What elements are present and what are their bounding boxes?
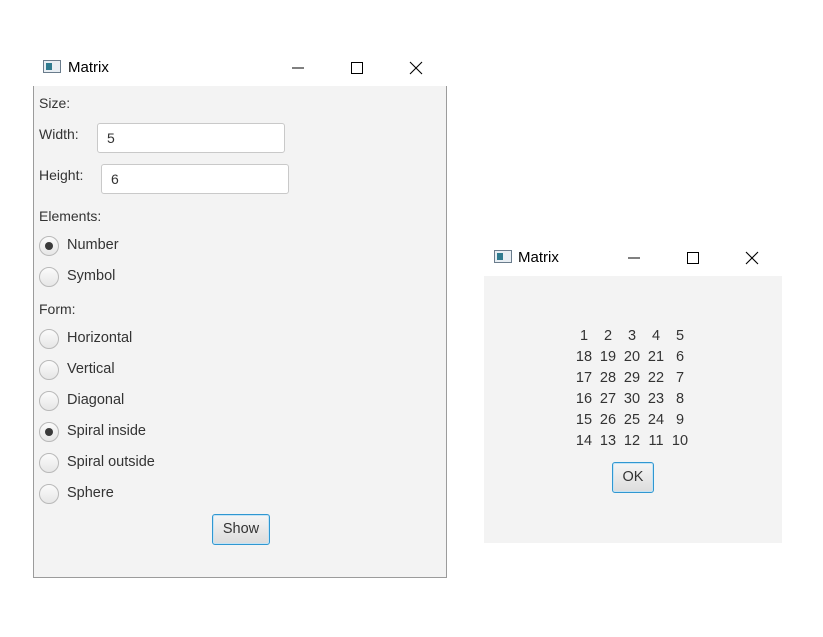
matrix-cell: 22 — [647, 370, 665, 386]
matrix-cell: 29 — [623, 370, 641, 386]
app-window-icon — [494, 250, 512, 263]
matrix-cell: 7 — [675, 370, 685, 386]
minimize-icon — [292, 67, 304, 69]
radio-label-sphere[interactable]: Sphere — [67, 485, 114, 501]
title-bar[interactable]: Matrix — [484, 240, 782, 276]
settings-panel: Size: Width: Height: Elements: Number Sy… — [33, 86, 447, 578]
matrix-cell: 12 — [623, 433, 641, 449]
matrix-cell: 20 — [623, 349, 641, 365]
matrix-cell: 30 — [623, 391, 641, 407]
minimize-button[interactable] — [611, 240, 657, 276]
width-input[interactable] — [97, 123, 285, 153]
close-button[interactable] — [729, 240, 775, 276]
radio-button[interactable] — [39, 329, 59, 349]
radio-label-vertical[interactable]: Vertical — [67, 361, 115, 377]
result-panel: 1 2 3 4 5 18 19 20 21 6 17 28 29 22 7 16 27 30 23 8 15 26 25 24… — [484, 276, 782, 543]
matrix-cell: 4 — [651, 328, 661, 344]
matrix-cell: 13 — [599, 433, 617, 449]
radio-selected-dot — [45, 242, 53, 250]
radio-button[interactable] — [39, 453, 59, 473]
maximize-icon — [687, 252, 699, 264]
matrix-result-window: Matrix 1 2 3 4 5 18 19 20 21 6 17 28 29 22 7 16 27 30 23 8 1… — [484, 240, 782, 543]
close-button[interactable] — [393, 50, 439, 86]
show-button[interactable]: Show — [212, 514, 270, 545]
matrix-cell: 17 — [575, 370, 593, 386]
matrix-cell: 9 — [675, 412, 685, 428]
radio-label-symbol[interactable]: Symbol — [67, 268, 115, 284]
height-input[interactable] — [101, 164, 289, 194]
minimize-button[interactable] — [275, 50, 321, 86]
radio-selected-dot — [45, 428, 53, 436]
matrix-cell: 24 — [647, 412, 665, 428]
maximize-button[interactable] — [670, 240, 716, 276]
matrix-cell: 15 — [575, 412, 593, 428]
matrix-cell: 16 — [575, 391, 593, 407]
matrix-cell: 14 — [575, 433, 593, 449]
matrix-cell: 25 — [623, 412, 641, 428]
title-bar[interactable]: Matrix — [33, 50, 447, 86]
matrix-cell: 6 — [675, 349, 685, 365]
radio-label-diagonal[interactable]: Diagonal — [67, 392, 124, 408]
matrix-cell: 18 — [575, 349, 593, 365]
matrix-cell: 1 — [579, 328, 589, 344]
matrix-cell: 11 — [648, 433, 664, 449]
matrix-cell: 27 — [599, 391, 617, 407]
radio-label-horizontal[interactable]: Horizontal — [67, 330, 132, 346]
radio-label-spiral-outside[interactable]: Spiral outside — [67, 454, 155, 470]
form-label: Form: — [39, 301, 76, 317]
matrix-cell: 8 — [675, 391, 685, 407]
minimize-icon — [628, 257, 640, 259]
matrix-settings-window: Matrix Size: Width: Height: Elements: Nu… — [33, 50, 447, 578]
matrix-cell: 28 — [599, 370, 617, 386]
radio-button[interactable] — [39, 360, 59, 380]
radio-button[interactable] — [39, 422, 59, 442]
maximize-icon — [351, 62, 363, 74]
matrix-cell: 2 — [603, 328, 613, 344]
matrix-cell: 19 — [599, 349, 617, 365]
radio-label-spiral-inside[interactable]: Spiral inside — [67, 423, 146, 439]
maximize-button[interactable] — [334, 50, 380, 86]
matrix-cell: 10 — [671, 433, 689, 449]
radio-button[interactable] — [39, 484, 59, 504]
window-title: Matrix — [68, 59, 109, 76]
matrix-cell: 3 — [627, 328, 637, 344]
radio-button[interactable] — [39, 267, 59, 287]
size-label: Size: — [39, 95, 71, 111]
close-icon — [745, 251, 759, 265]
radio-button[interactable] — [39, 236, 59, 256]
radio-button[interactable] — [39, 391, 59, 411]
width-label: Width: — [39, 126, 79, 142]
matrix-cell: 26 — [599, 412, 617, 428]
ok-button[interactable]: OK — [612, 462, 654, 493]
elements-label: Elements: — [39, 208, 102, 224]
window-title: Matrix — [518, 249, 559, 266]
matrix-cell: 5 — [675, 328, 685, 344]
radio-label-number[interactable]: Number — [67, 237, 119, 253]
close-icon — [409, 61, 423, 75]
height-label: Height: — [39, 167, 84, 183]
matrix-cell: 23 — [647, 391, 665, 407]
matrix-cell: 21 — [647, 349, 665, 365]
app-window-icon — [43, 60, 61, 73]
